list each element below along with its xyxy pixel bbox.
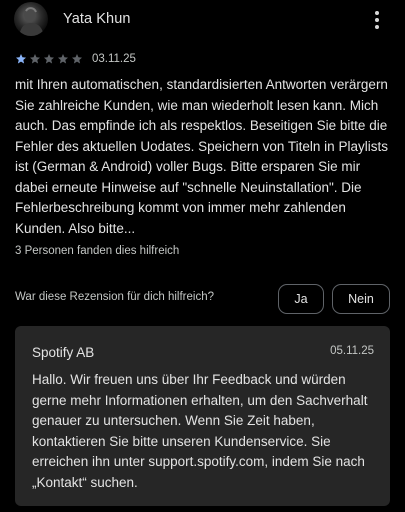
star-rating <box>15 53 85 65</box>
rating-row: 03.11.25 <box>15 52 136 66</box>
more-vertical-icon <box>375 11 379 15</box>
developer-name: Spotify AB <box>32 345 95 360</box>
star-empty-icon <box>44 54 54 64</box>
developer-reply-text: Hallo. Wir freuen uns über Ihr Feedback … <box>32 372 368 490</box>
helpful-count: 3 Personen fanden dies hilfreich <box>15 245 180 257</box>
helpful-no-button[interactable]: Nein <box>332 284 390 314</box>
developer-reply-card: Spotify AB 05.11.25 Hallo. Wir freuen un… <box>15 326 390 506</box>
review-text: mit Ihren automatischen, standardisierte… <box>15 77 388 236</box>
review-header: Yata Khun <box>14 2 394 38</box>
user-photo-avatar-icon <box>19 7 44 36</box>
star-empty-icon <box>72 54 82 64</box>
star-filled-icon <box>16 54 26 64</box>
star-empty-icon <box>30 54 40 64</box>
review-date: 03.11.25 <box>92 53 136 65</box>
helpful-question: War diese Rezension für dich hilfreich? <box>15 291 214 303</box>
reviewer-avatar[interactable] <box>14 2 48 36</box>
reviewer-name: Yata Khun <box>63 11 131 27</box>
helpful-yes-button[interactable]: Ja <box>278 284 324 314</box>
developer-reply-date: 05.11.25 <box>330 345 374 357</box>
more-options-button[interactable] <box>366 9 388 31</box>
star-empty-icon <box>58 54 68 64</box>
